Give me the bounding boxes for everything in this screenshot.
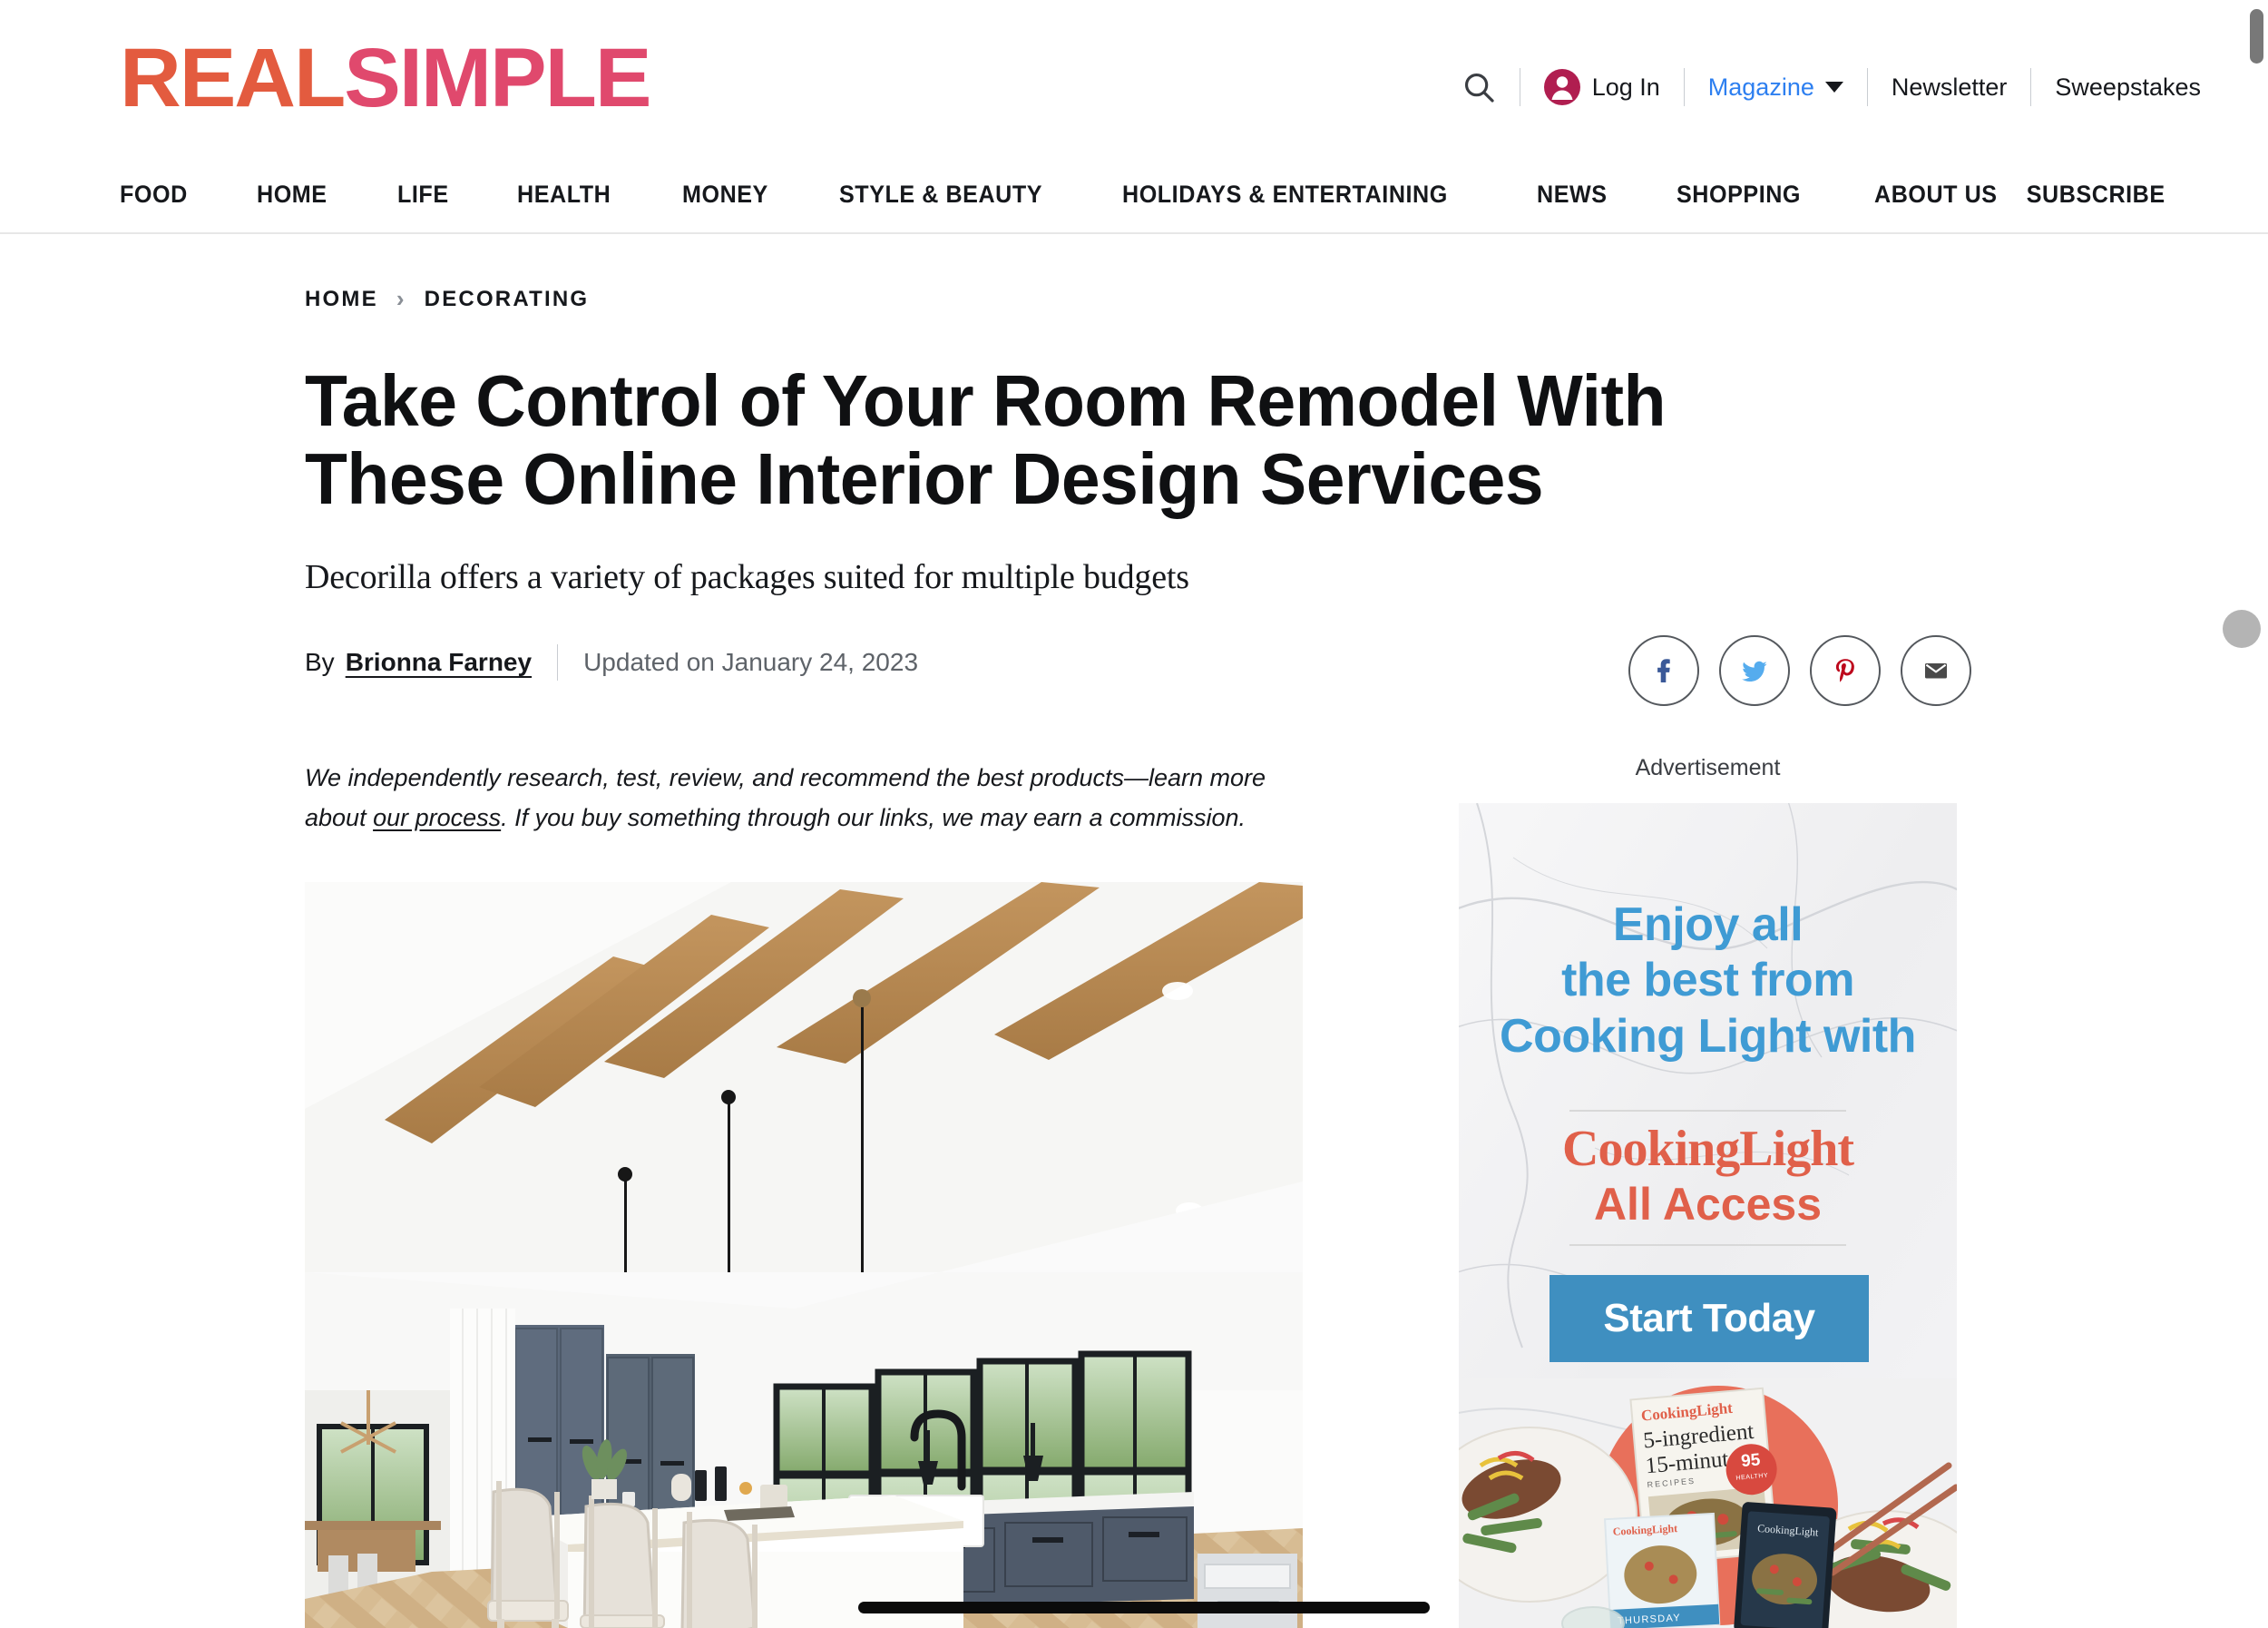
user-avatar-icon [1543, 69, 1580, 105]
disclaimer-text-2: . If you buy something through our links… [501, 803, 1246, 831]
chevron-down-icon [1824, 82, 1843, 93]
nav-item-money[interactable]: MONEY [682, 181, 768, 209]
nav-item-news[interactable]: NEWS [1537, 181, 1608, 209]
advertisement-creative[interactable]: Enjoy all the best from Cooking Light wi… [1459, 803, 1957, 1628]
vertical-scrollbar[interactable] [2246, 0, 2268, 1628]
article-subtitle: Decorilla offers a variety of packages s… [305, 557, 1189, 596]
article-content: HOME › DECORATING Take Control of Your R… [0, 234, 2268, 838]
login-label: Log In [1591, 73, 1660, 101]
social-share-bar [1628, 635, 1971, 706]
ad-cta-label: Start Today [1603, 1296, 1815, 1340]
hero-image [305, 882, 1303, 1628]
breadcrumb-home[interactable]: HOME [305, 287, 378, 312]
breadcrumb: HOME › DECORATING [305, 285, 2268, 313]
nav-item-life[interactable]: LIFE [397, 181, 449, 209]
nav-item-health[interactable]: HEALTH [517, 181, 611, 209]
logo-word-real: REAL [120, 32, 346, 124]
advertisement-container: Advertisement Enjoy all the best from Co… [1459, 755, 1957, 1628]
login-button[interactable]: Log In [1520, 69, 1684, 105]
byline-divider [557, 643, 559, 681]
facebook-share-button[interactable] [1628, 635, 1699, 706]
search-button[interactable] [1438, 70, 1520, 104]
page-title: Take Control of Your Room Remodel With T… [305, 360, 1667, 520]
logo-word-simple: SIMPLE [344, 32, 651, 124]
nav-item-holidays-entertaining[interactable]: HOLIDAYS & ENTERTAINING [1122, 181, 1448, 209]
magazine-dropdown[interactable]: Magazine [1685, 73, 1867, 101]
nav-item-food[interactable]: FOOD [120, 181, 188, 209]
ad-headline-line3: Cooking Light with [1500, 1009, 1916, 1063]
nav-item-shopping[interactable]: SHOPPING [1677, 181, 1801, 209]
twitter-share-button[interactable] [1719, 635, 1790, 706]
byline-by-label: By [305, 647, 335, 676]
ad-divider-top [1569, 1110, 1846, 1112]
ad-brand-name: CookingLight [1562, 1121, 1854, 1177]
nav-item-about-us[interactable]: ABOUT US [1874, 181, 1998, 209]
newsletter-label: Newsletter [1891, 73, 2008, 101]
utility-nav: Log In Magazine Newsletter Sweepstakes [1438, 65, 2224, 109]
ad-brand-subtitle: All Access [1593, 1178, 1823, 1230]
kitchen-photo [305, 882, 1303, 1628]
facebook-icon [1657, 659, 1670, 682]
sweepstakes-label: Sweepstakes [2055, 73, 2201, 101]
page-root: REALSIMPLE Log In Magazine Newsletter Sw… [0, 0, 2268, 1628]
email-icon [1925, 663, 1947, 679]
pinterest-icon [1835, 659, 1854, 682]
main-navigation: FOOD HOME LIFE HEALTH MONEY STYLE & BEAU… [0, 156, 2268, 234]
site-logo[interactable]: REALSIMPLE [120, 36, 651, 120]
email-share-button[interactable] [1901, 635, 1971, 706]
chevron-right-icon: › [396, 285, 406, 312]
floating-action-dot[interactable] [2223, 610, 2261, 648]
ad-divider-bottom [1569, 1244, 1846, 1246]
author-link[interactable]: Brionna Farney [346, 648, 532, 677]
newsletter-link[interactable]: Newsletter [1868, 73, 2031, 101]
advertisement-label: Advertisement [1635, 755, 1781, 780]
horizontal-scrollbar-thumb[interactable] [858, 1602, 1430, 1613]
ad-cover-badge: 95 [1740, 1450, 1761, 1471]
subscribe-button[interactable]: SUBSCRIBE [2026, 181, 2165, 209]
ad-food-photo: CookingLight 5-ingredient 15-minute RECI… [1459, 1378, 1957, 1628]
vertical-scrollbar-thumb[interactable] [2250, 9, 2263, 64]
search-icon [1464, 73, 1494, 103]
updated-date: Updated on January 24, 2023 [583, 647, 919, 676]
breadcrumb-decorating[interactable]: DECORATING [425, 287, 590, 312]
nav-item-home[interactable]: HOME [257, 181, 327, 209]
byline: By Brionna Farney Updated on January 24,… [305, 643, 2268, 681]
ad-cta-button[interactable]: Start Today [1549, 1275, 1869, 1362]
pinterest-share-button[interactable] [1810, 635, 1881, 706]
sweepstakes-link[interactable]: Sweepstakes [2031, 73, 2224, 101]
ad-headline-line2: the best from [1561, 954, 1854, 1007]
nav-item-style-beauty[interactable]: STYLE & BEAUTY [839, 181, 1042, 209]
our-process-link[interactable]: our process [373, 804, 501, 831]
site-header: REALSIMPLE Log In Magazine Newsletter Sw… [0, 0, 2268, 156]
affiliate-disclaimer: We independently research, test, review,… [305, 759, 1321, 838]
ad-headline-line1: Enjoy all [1612, 898, 1804, 951]
magazine-label: Magazine [1707, 73, 1814, 101]
twitter-icon [1742, 661, 1767, 682]
